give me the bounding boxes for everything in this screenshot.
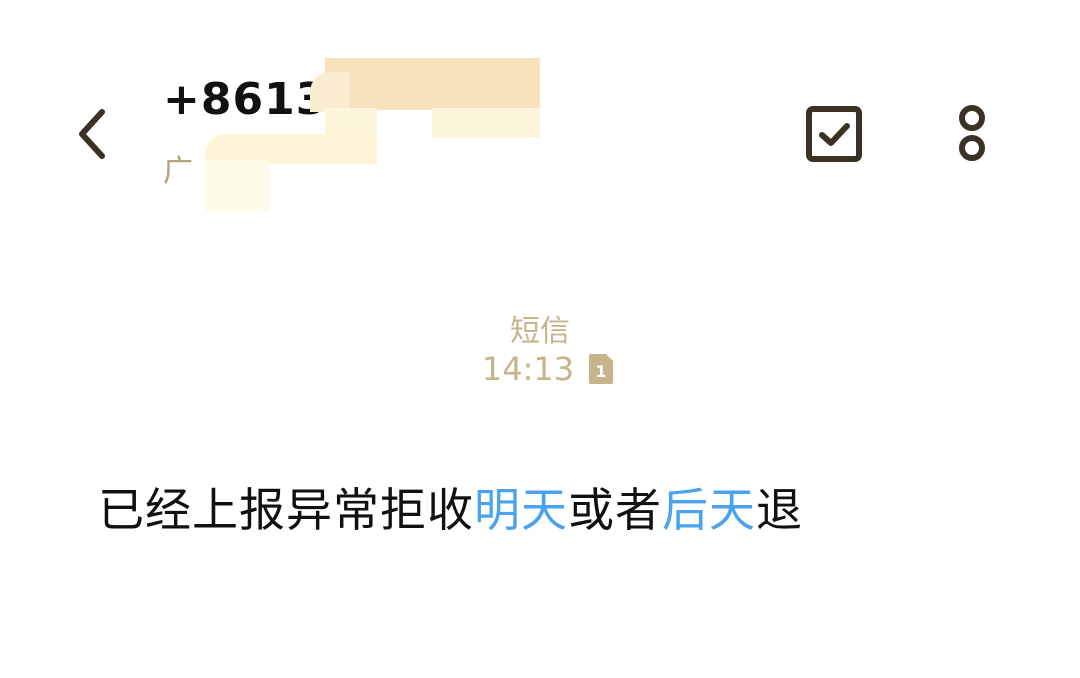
message-thread-screen: +8613 广 短信 14:13 1 已经上报异常拒收明天或者后天退 (0, 0, 1080, 678)
message-text: 退 (756, 483, 803, 537)
message-time: 14:13 (481, 350, 575, 388)
more-options-button[interactable] (940, 92, 1004, 176)
back-button[interactable] (60, 92, 124, 176)
date-link-day-after-tomorrow[interactable]: 后天 (662, 483, 756, 537)
multiselect-button[interactable] (796, 96, 872, 172)
message-body: 已经上报异常拒收明天或者后天退 (98, 474, 803, 540)
checkbox-checked-icon (805, 105, 863, 163)
message-type-label: 短信 (510, 314, 570, 349)
message-text: 已经上报异常拒收 (98, 483, 474, 537)
sim-card-1-icon: 1 (588, 353, 614, 385)
contact-number: +8613 (163, 74, 328, 125)
message-timestamp-row: 14:13 1 (0, 350, 1080, 388)
more-vertical-icon (956, 104, 988, 164)
contact-location: 广 (163, 154, 193, 189)
date-link-tomorrow[interactable]: 明天 (474, 483, 568, 537)
message-text: 或者 (568, 483, 662, 537)
svg-text:1: 1 (596, 362, 607, 381)
chevron-left-icon (72, 106, 112, 162)
